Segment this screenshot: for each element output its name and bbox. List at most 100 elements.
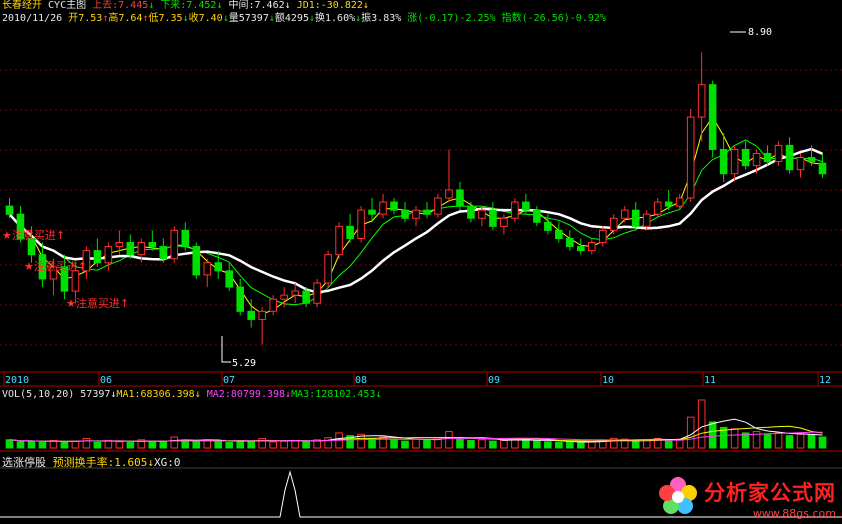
candle-body: [642, 213, 651, 227]
candle-body: [774, 144, 783, 163]
volume-bar: [247, 440, 255, 449]
candle-body: [170, 229, 179, 260]
low-price-label: 5.29: [232, 358, 256, 369]
volume-value: 量57397: [228, 13, 269, 24]
volume-bar: [631, 439, 640, 449]
volume-bar: [401, 440, 409, 449]
volume-bar: [785, 435, 794, 449]
candle-body: [291, 290, 299, 296]
candle-body: [93, 250, 102, 264]
candle-body: [675, 197, 684, 207]
candle-body: [796, 157, 805, 171]
candle-body: [807, 157, 816, 163]
volume-bar: [324, 437, 332, 449]
candle-body: [467, 205, 475, 219]
volume-bar: [577, 442, 585, 449]
candle-body: [434, 197, 442, 215]
header-row-1: 长春经开 CYC主图 上去:7.445↓ 下来:7.452↓ 中间:7.462↓…: [2, 0, 369, 12]
candle-body: [577, 246, 585, 252]
volume-bar: [379, 436, 387, 449]
volume-bar: [170, 436, 179, 449]
change-value: 涨(-0.17)-2.25%: [407, 13, 496, 24]
candle-body: [368, 209, 376, 215]
volume-bar: [566, 441, 574, 449]
middle-value: 中间:7.462: [228, 0, 285, 11]
volume-bar: [533, 440, 541, 449]
candle-body: [258, 310, 266, 320]
volume-bar: [708, 421, 717, 449]
bar-date: 2010/11/26: [2, 13, 63, 24]
volume-bar: [148, 440, 157, 449]
candle-body: [148, 242, 157, 248]
volume-bar: [38, 442, 47, 449]
time-axis: 2010 06 07 08 09 10 11 12: [3, 372, 831, 386]
volume-bar: [456, 438, 464, 449]
volume-bar: [774, 432, 783, 449]
volume-bar: [258, 437, 266, 449]
candle-body: [741, 148, 750, 167]
candle-body: [214, 262, 223, 272]
candle-body: [686, 116, 695, 199]
xg-value: XG:0: [154, 456, 181, 469]
candle-body: [489, 209, 497, 227]
candle-body: [631, 209, 640, 227]
watermark-url: www.88gs.com: [752, 507, 836, 520]
volume-bar: [27, 440, 36, 449]
month-label: 12: [819, 375, 831, 386]
month-label: 07: [223, 375, 235, 386]
watermark-title: 分析家公式网: [704, 481, 836, 505]
index-value: 指数(-26.56)-0.92%: [501, 13, 606, 24]
volume-bar: [16, 441, 25, 449]
volume-bar: [192, 440, 201, 449]
candle-body: [653, 201, 662, 215]
candle-body: [126, 242, 135, 256]
high-value: 高7.64: [108, 13, 143, 24]
vol-label: VOL(5,10,20): [2, 389, 75, 400]
price-marks: 8.90 5.29 ★注意买进↑ ★注意买进↑ ★注意买进↑: [2, 27, 772, 369]
candle-body: [159, 246, 168, 260]
volume-bar: [390, 439, 398, 449]
indicator-name: CYC主图: [48, 0, 87, 11]
candle-body: [598, 229, 607, 244]
candle-body: [456, 189, 464, 207]
volume-bar: [467, 439, 475, 449]
volume-bar: [291, 439, 299, 449]
volume-bar: [763, 433, 772, 449]
volume-bar: [82, 437, 91, 449]
volume-bar: [818, 436, 827, 449]
month-label: 09: [488, 375, 500, 386]
volume-bar: [730, 428, 739, 449]
candle-body: [533, 209, 541, 223]
candle-body: [302, 290, 310, 304]
month-label: 06: [100, 375, 112, 386]
candle-body: [719, 148, 728, 175]
candle-body: [500, 217, 508, 227]
lower-value: 下来:7.452: [160, 0, 217, 11]
candle-body: [412, 209, 420, 219]
volume-bar: [104, 439, 113, 449]
volume-bar: [697, 399, 706, 449]
volume-bar: [796, 433, 805, 449]
down-arrow-icon: ↓: [375, 389, 382, 400]
candle-body: [620, 209, 629, 219]
candle-body: [587, 242, 596, 252]
candle-body: [544, 221, 552, 231]
volume-bar: [423, 439, 431, 449]
stock-chart[interactable]: 2010 06 07 08 09 10 11 12 8.90 5.29 ★注意买进↑ ★注意买进↑ ★…: [0, 0, 842, 524]
month-label: 08: [355, 375, 367, 386]
candle-body: [247, 310, 255, 320]
bottom-label: 选涨停股: [2, 456, 46, 469]
volume-header: VOL(5,10,20) 57397↓MA1:68306.398↓ MA2:80…: [2, 389, 381, 401]
ma2-value: MA2:80799.398: [206, 389, 286, 400]
candle-body: [511, 201, 519, 219]
candle-body: [192, 246, 201, 276]
volume-bar: [181, 439, 190, 449]
buy-signal-annotation: ★注意买进↑: [2, 228, 65, 242]
volume-bar: [555, 442, 563, 449]
volume-bar: [664, 439, 673, 449]
volume-bar: [225, 442, 234, 449]
volume-bar: [445, 431, 453, 449]
down-arrow-icon: ↓: [148, 0, 155, 11]
upper-value: 上去:7.445: [92, 0, 149, 11]
volume-bar: [5, 439, 14, 449]
